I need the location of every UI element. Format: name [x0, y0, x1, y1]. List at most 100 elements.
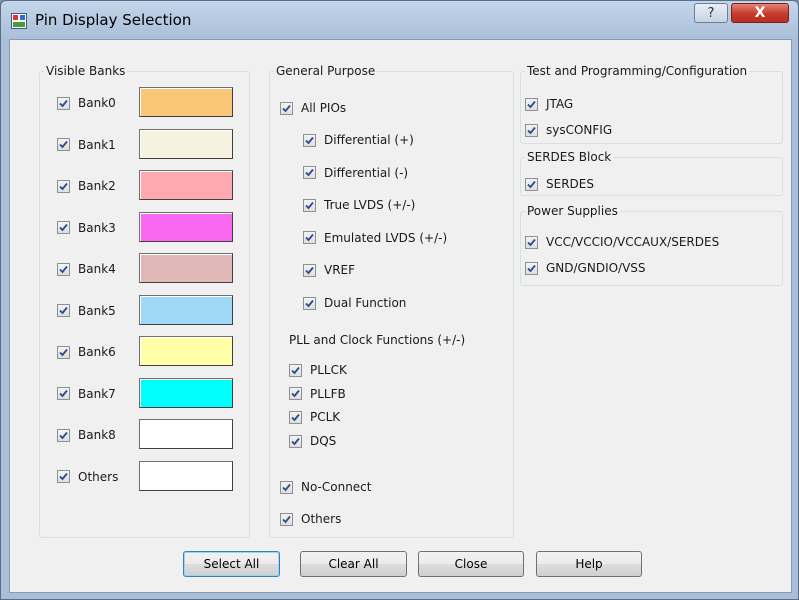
pio-checkbox-vref[interactable]: VREF	[303, 261, 355, 279]
bank-checkbox-bank0[interactable]: Bank0	[57, 94, 116, 112]
pio-checkbox-differential-label: Differential (+)	[324, 133, 414, 147]
checkbox-checked-icon[interactable]	[289, 363, 302, 377]
dialog-client-area: Visible Banks General Purpose Test and P…	[9, 39, 792, 593]
power-checkbox-vcc-vccio-vccaux-serdes[interactable]: VCC/VCCIO/VCCAUX/SERDES	[525, 233, 719, 251]
visible-banks-legend: Visible Banks	[46, 64, 126, 78]
pll-checkbox-pclk-label: PCLK	[310, 410, 341, 425]
serdes-block-legend: SERDES Block	[527, 150, 612, 164]
help-button[interactable]: Help	[536, 551, 642, 577]
pll-checkbox-pllfb[interactable]: PLLFB	[289, 385, 346, 403]
pll-checkbox-dqs[interactable]: DQS	[289, 432, 336, 450]
gp-others-checkbox-label: Others	[301, 512, 342, 526]
bank-checkbox-bank2[interactable]: Bank2	[57, 177, 116, 195]
bank-checkbox-bank7[interactable]: Bank7	[57, 385, 116, 403]
bank-color-swatch-bank5[interactable]	[139, 294, 233, 325]
checkbox-checked-icon[interactable]	[289, 410, 302, 424]
window-title: Pin Display Selection	[35, 11, 192, 29]
bank-checkbox-bank8[interactable]: Bank8	[57, 426, 116, 444]
bank-checkbox-bank7-label: Bank7	[78, 386, 116, 401]
pio-checkbox-dual-function[interactable]: Dual Function	[303, 294, 406, 312]
bank-checkbox-bank2-label: Bank2	[78, 179, 116, 193]
checkbox-checked-icon[interactable]	[57, 179, 70, 193]
title-bar[interactable]: Pin Display Selection ? X	[1, 1, 798, 39]
pio-checkbox-emulated-lvds-label: Emulated LVDS (+/-)	[324, 230, 448, 245]
bank-color-swatch-bank0[interactable]	[139, 87, 233, 117]
no-connect-checkbox[interactable]: No-Connect	[280, 478, 372, 496]
checkbox-checked-icon[interactable]	[303, 198, 316, 212]
test-checkbox-jtag[interactable]: JTAG	[525, 95, 573, 113]
checkbox-checked-icon[interactable]	[57, 428, 70, 442]
checkbox-checked-icon[interactable]	[57, 345, 70, 359]
bank-checkbox-others-label: Others	[78, 469, 119, 484]
close-button[interactable]: Close	[418, 551, 524, 577]
pio-checkbox-differential[interactable]: Differential (-)	[303, 164, 408, 182]
checkbox-checked-icon[interactable]	[57, 221, 70, 234]
checkbox-checked-icon[interactable]	[289, 387, 302, 401]
checkbox-checked-icon[interactable]	[57, 138, 70, 151]
app-grid-icon	[11, 13, 27, 29]
bank-checkbox-bank3[interactable]: Bank3	[57, 219, 116, 237]
checkbox-checked-icon[interactable]	[57, 470, 70, 483]
bank-checkbox-bank6[interactable]: Bank6	[57, 343, 116, 361]
pio-checkbox-emulated-lvds[interactable]: Emulated LVDS (+/-)	[303, 229, 447, 247]
bank-color-swatch-bank6[interactable]	[139, 336, 233, 366]
serdes-checkbox-serdes-label: SERDES	[546, 177, 594, 191]
titlebar-help-button[interactable]: ?	[694, 3, 728, 23]
bank-checkbox-others[interactable]: Others	[57, 468, 118, 486]
test-checkbox-sysconfig[interactable]: sysCONFIG	[525, 121, 612, 139]
checkbox-checked-icon[interactable]	[280, 512, 293, 526]
pio-checkbox-vref-label: VREF	[324, 263, 356, 278]
close-icon: X	[754, 5, 766, 21]
checkbox-checked-icon[interactable]	[57, 304, 70, 317]
checkbox-checked-icon[interactable]	[57, 262, 70, 276]
select-all-button[interactable]: Select All	[183, 551, 280, 577]
serdes-checkbox-serdes[interactable]: SERDES	[525, 175, 594, 193]
checkbox-checked-icon[interactable]	[525, 97, 538, 111]
test-checkbox-sysconfig-label: sysCONFIG	[546, 123, 613, 137]
checkbox-checked-icon[interactable]	[525, 123, 538, 137]
checkbox-checked-icon[interactable]	[289, 434, 302, 448]
power-checkbox-gnd-gndio-vss[interactable]: GND/GNDIO/VSS	[525, 259, 646, 277]
pll-checkbox-pllfb-label: PLLFB	[310, 386, 346, 401]
checkbox-checked-icon[interactable]	[280, 101, 293, 115]
checkbox-checked-icon[interactable]	[303, 133, 316, 147]
bank-checkbox-bank5[interactable]: Bank5	[57, 302, 116, 320]
checkbox-checked-icon[interactable]	[303, 263, 316, 277]
pio-checkbox-differential[interactable]: Differential (+)	[303, 131, 414, 149]
bank-checkbox-bank5-label: Bank5	[78, 303, 116, 318]
bank-color-swatch-bank4[interactable]	[139, 253, 233, 283]
bank-color-swatch-bank7[interactable]	[139, 377, 233, 408]
checkbox-checked-icon[interactable]	[57, 96, 70, 110]
gp-others-checkbox[interactable]: Others	[280, 510, 341, 528]
checkbox-checked-icon[interactable]	[57, 387, 70, 400]
bank-checkbox-bank4[interactable]: Bank4	[57, 260, 116, 278]
bank-color-swatch-bank8[interactable]	[139, 419, 233, 449]
pio-checkbox-dual-function-label: Dual Function	[324, 296, 407, 310]
pll-checkbox-dqs-label: DQS	[310, 434, 337, 449]
test-programming-legend: Test and Programming/Configuration	[527, 64, 748, 78]
power-checkbox-gnd-gndio-vss-label: GND/GNDIO/VSS	[546, 261, 646, 275]
all-pios-checkbox[interactable]: All PIOs	[280, 99, 346, 117]
pio-checkbox-differential-label: Differential (-)	[324, 165, 409, 180]
checkbox-checked-icon[interactable]	[525, 177, 538, 191]
question-mark-icon: ?	[707, 5, 715, 21]
checkbox-checked-icon[interactable]	[303, 231, 316, 245]
bank-color-swatch-bank3[interactable]	[139, 211, 233, 242]
bank-color-swatch-bank2[interactable]	[139, 170, 233, 200]
pll-checkbox-pllck[interactable]: PLLCK	[289, 361, 347, 379]
titlebar-close-button[interactable]: X	[731, 3, 789, 23]
clear-all-button[interactable]: Clear All	[300, 551, 407, 577]
checkbox-checked-icon[interactable]	[525, 261, 538, 275]
bank-color-swatch-others[interactable]	[139, 460, 233, 491]
pll-checkbox-pclk[interactable]: PCLK	[289, 408, 340, 426]
pio-checkbox-true-lvds[interactable]: True LVDS (+/-)	[303, 196, 415, 214]
pll-clock-heading: PLL and Clock Functions (+/-)	[289, 333, 466, 347]
bank-color-swatch-bank1[interactable]	[139, 128, 233, 159]
checkbox-checked-icon[interactable]	[280, 480, 293, 494]
checkbox-checked-icon[interactable]	[525, 235, 538, 249]
bank-checkbox-bank1[interactable]: Bank1	[57, 136, 116, 154]
general-purpose-legend: General Purpose	[276, 64, 376, 78]
checkbox-checked-icon[interactable]	[303, 166, 316, 180]
bank-checkbox-bank1-label: Bank1	[78, 137, 116, 152]
checkbox-checked-icon[interactable]	[303, 296, 316, 310]
